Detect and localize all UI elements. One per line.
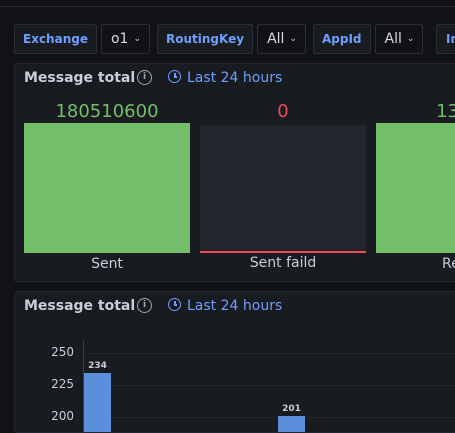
clock-icon <box>168 70 181 83</box>
stat-panel: Message total i Last 24 hours 180510600 … <box>14 63 455 282</box>
stat-box-received <box>376 123 455 253</box>
stat-name-sent-failed: Sent faild <box>249 255 317 271</box>
appid-value: All <box>384 31 402 47</box>
time-range-label: Last 24 hours <box>187 70 283 86</box>
exchange-value: o1 <box>110 31 129 47</box>
routingkey-select[interactable]: All ⌄ <box>257 24 306 54</box>
grid-line <box>85 353 455 354</box>
stat-box-sent-failed <box>200 125 366 253</box>
top-divider <box>0 0 455 7</box>
stat-box-sent <box>24 123 190 253</box>
stat-value-received: 1393 <box>436 101 455 122</box>
bar-value-label: 201 <box>282 403 301 414</box>
exchange-select[interactable]: o1 ⌄ <box>100 24 150 54</box>
appid-label: AppId <box>313 24 371 54</box>
stat-name-received: Rece <box>441 256 455 272</box>
stat-value-sent: 180510600 <box>55 101 159 122</box>
chart-panel: Message total i Last 24 hours 250 225 200 2… <box>14 291 455 433</box>
exchange-label: Exchange <box>14 24 97 54</box>
time-range-link[interactable]: Last 24 hours <box>168 69 282 86</box>
stat-value-sent-failed: 0 <box>277 101 289 122</box>
chevron-down-icon: ⌄ <box>133 34 141 44</box>
bar-chart: 250 225 200 234 201 <box>15 292 455 432</box>
chevron-down-icon: ⌄ <box>406 34 415 44</box>
variable-in: In <box>436 24 455 54</box>
in-label[interactable]: In <box>436 24 455 54</box>
variable-exchange: Exchange o1 ⌄ <box>14 24 150 54</box>
routingkey-label: RoutingKey <box>157 24 254 54</box>
appid-select[interactable]: All ⌄ <box>374 24 424 54</box>
panel-title: Message total <box>24 70 136 86</box>
stat-line-sent-failed <box>200 251 366 253</box>
info-icon[interactable]: i <box>137 70 152 85</box>
chevron-down-icon: ⌄ <box>289 34 297 44</box>
routingkey-value: All <box>267 31 285 47</box>
variable-routingkey: RoutingKey All ⌄ <box>157 24 306 54</box>
grid-line <box>85 417 455 418</box>
grid-line <box>85 385 455 386</box>
y-tick-label: 200 <box>51 409 74 423</box>
bar-value-label: 234 <box>88 361 107 372</box>
variable-appid: AppId All ⌄ <box>313 24 424 54</box>
bar[interactable] <box>84 373 111 432</box>
y-tick-label: 250 <box>51 345 74 359</box>
y-tick-label: 225 <box>51 377 74 391</box>
bar[interactable] <box>278 415 305 432</box>
stat-name-sent: Sent <box>91 256 123 272</box>
